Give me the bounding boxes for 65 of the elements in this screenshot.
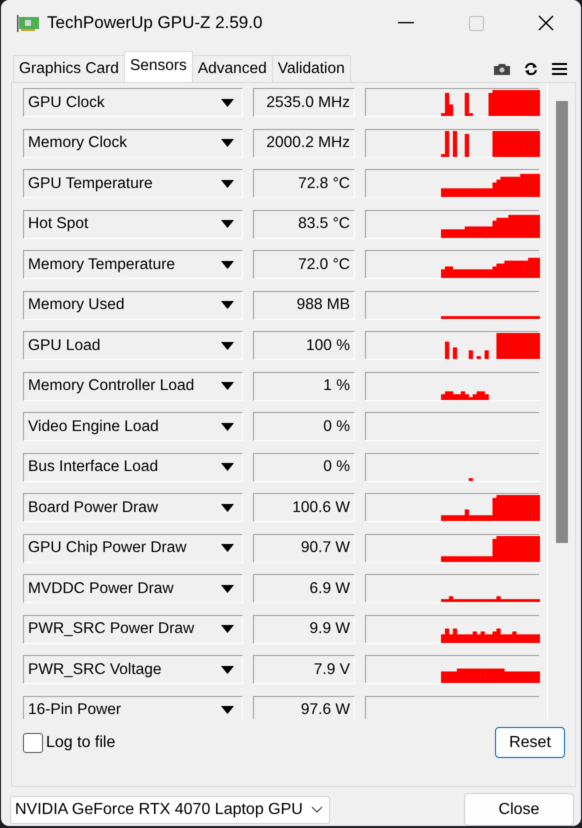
- sensor-value: 100.6 W: [253, 493, 355, 522]
- tab[interactable]: Sensors: [124, 51, 193, 82]
- caret-icon: [221, 666, 234, 674]
- sensor-dropdown[interactable]: GPU Load: [23, 331, 243, 360]
- sensor-dropdown[interactable]: Video Engine Load: [23, 412, 243, 441]
- sensor-value: 0 %: [253, 452, 355, 482]
- caret-icon: [221, 544, 234, 552]
- close-dialog-button[interactable]: Close: [464, 793, 574, 826]
- caret-icon: [221, 422, 234, 430]
- graphics-card-icon: [17, 14, 39, 32]
- sensor-dropdown[interactable]: Memory Temperature: [23, 250, 243, 279]
- sensor-value: 0 %: [253, 412, 355, 441]
- sensor-dropdown[interactable]: Hot Spot: [23, 210, 243, 238]
- caret-icon: [221, 706, 234, 714]
- tab[interactable]: Graphics Card: [13, 55, 125, 82]
- chevron-icon: [310, 806, 323, 813]
- sensor-dropdown[interactable]: Board Power Draw: [23, 493, 243, 522]
- sensor-value: 7.9 V: [253, 655, 355, 684]
- caret-icon: [221, 625, 234, 633]
- close-icon: [538, 15, 554, 31]
- sensor-dropdown[interactable]: GPU Chip Power Draw: [23, 534, 243, 562]
- gpu-select[interactable]: NVIDIA GeForce RTX 4070 Laptop GPU: [10, 796, 330, 824]
- sensor-value: 72.8 °C: [253, 169, 355, 198]
- caret-icon: [221, 301, 234, 309]
- sensor-dropdown[interactable]: PWR_SRC Voltage: [23, 655, 243, 684]
- caret-icon: [221, 342, 234, 350]
- maximize-icon: [468, 16, 484, 30]
- tab[interactable]: Validation: [272, 55, 351, 82]
- window-title: TechPowerUp GPU-Z 2.59.0: [47, 13, 264, 33]
- caret-icon: [221, 584, 234, 592]
- minimize-icon: [398, 22, 414, 24]
- sensor-value: 90.7 W: [253, 534, 355, 562]
- sensor-value: 83.5 °C: [253, 210, 355, 238]
- caret-icon: [221, 382, 234, 390]
- sensor-dropdown[interactable]: Memory Controller Load: [23, 372, 243, 400]
- sensor-value: 9.9 W: [253, 614, 355, 644]
- log-checkbox[interactable]: Log to file: [23, 732, 116, 752]
- menu-icon[interactable]: [552, 63, 567, 75]
- reset-button[interactable]: Reset: [495, 727, 565, 758]
- sensor-value: 2535.0 MHz: [253, 88, 355, 117]
- sensor-dropdown[interactable]: GPU Clock: [23, 88, 243, 117]
- sensor-dropdown[interactable]: MVDDC Power Draw: [23, 574, 243, 603]
- sensor-value: 2000.2 MHz: [253, 128, 355, 158]
- sensor-dropdown[interactable]: Memory Used: [23, 290, 243, 320]
- caret-icon: [221, 504, 234, 512]
- sensor-dropdown[interactable]: 16-Pin Power: [23, 696, 243, 719]
- sensor-value: 97.6 W: [253, 696, 355, 719]
- sensor-value: 988 MB: [253, 290, 355, 320]
- sensor-dropdown[interactable]: Bus Interface Load: [23, 452, 243, 482]
- caret-icon: [221, 139, 234, 147]
- caret-icon: [221, 98, 234, 106]
- sensor-value: 6.9 W: [253, 574, 355, 603]
- sensor-value: 100 %: [253, 331, 355, 360]
- refresh-icon[interactable]: [524, 62, 538, 76]
- sensor-value: 72.0 °C: [253, 250, 355, 279]
- caret-icon: [221, 220, 234, 228]
- camera-icon[interactable]: [494, 63, 510, 75]
- caret-icon: [221, 180, 234, 188]
- sensor-dropdown[interactable]: Memory Clock: [23, 128, 243, 158]
- sensor-value: 1 %: [253, 372, 355, 400]
- caret-icon: [221, 260, 234, 268]
- scrollbar-thumb[interactable]: [556, 101, 568, 543]
- sensor-dropdown[interactable]: GPU Temperature: [23, 169, 243, 198]
- caret-icon: [221, 463, 234, 471]
- sensor-dropdown[interactable]: PWR_SRC Power Draw: [23, 614, 243, 644]
